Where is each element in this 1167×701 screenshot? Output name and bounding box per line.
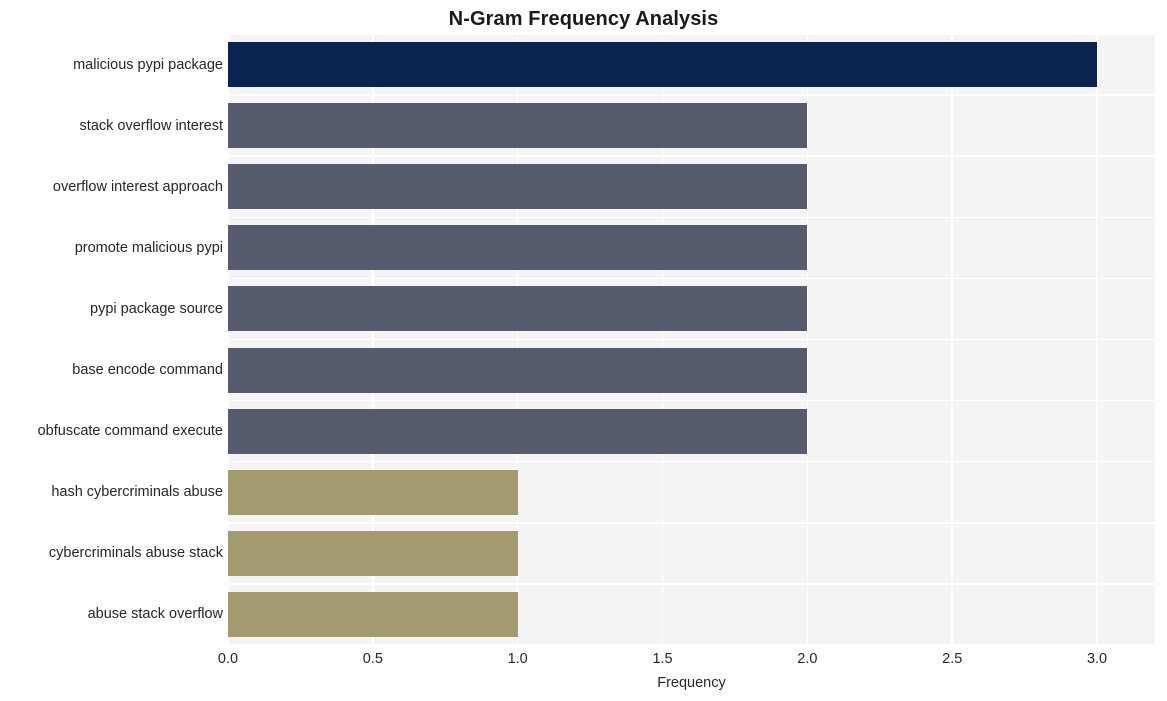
bar [228,225,808,271]
gridline-horizontal [228,583,1155,585]
bar [228,408,808,454]
bar [228,469,518,515]
bar [228,286,808,332]
gridline-horizontal [228,155,1155,157]
x-axis-tick-label: 1.0 [507,651,528,667]
bar [228,42,1098,88]
gridline-horizontal [228,522,1155,524]
x-axis-label: Frequency [657,675,726,691]
y-axis-tick-labels: malicious pypi package stack overflow int… [0,34,223,645]
y-axis-tick-label: hash cybercriminals abuse [51,484,223,501]
y-axis-tick-label: stack overflow interest [79,117,223,134]
bar [228,103,808,149]
bar [228,530,518,576]
x-axis-tick-label: 2.5 [942,651,963,667]
x-axis-tick-label: 3.0 [1086,651,1108,667]
x-axis-tick-label: 0.5 [362,651,383,667]
y-axis-tick-label: abuse stack overflow [87,606,223,623]
gridline-horizontal [228,216,1155,219]
x-axis-tick-labels: 0.0 0.5 1.0 1.5 2.0 2.5 3.0 [218,649,1155,673]
gridline-horizontal [228,94,1155,96]
plot-area [228,34,1155,645]
gridline-horizontal [228,34,1155,35]
gridline-horizontal [228,644,1155,645]
y-axis-tick-label: overflow interest approach [52,178,223,195]
y-axis-tick-label: cybercriminals abuse stack [48,545,223,562]
y-axis-tick-label: base encode command [72,362,223,379]
chart-figure: N-Gram Frequency Analysis malicious pypi… [0,0,1167,701]
x-axis-tick-label: 0.0 [217,651,239,667]
gridline-horizontal [228,399,1155,402]
y-axis-tick-label: obfuscate command execute [37,423,223,440]
gridline-horizontal [228,338,1155,341]
gridline-horizontal [228,460,1155,463]
y-axis-tick-label: pypi package source [90,300,223,317]
y-axis-tick-label: promote malicious pypi [74,239,223,256]
bar [228,347,808,393]
y-axis-tick-label: malicious pypi package [73,56,223,73]
gridline-horizontal [228,277,1155,280]
x-axis-tick-label: 1.5 [652,651,673,667]
page-title: N-Gram Frequency Analysis [448,8,719,30]
bar [228,164,808,210]
bar [228,591,518,637]
x-axis-tick-label: 2.0 [797,651,818,667]
